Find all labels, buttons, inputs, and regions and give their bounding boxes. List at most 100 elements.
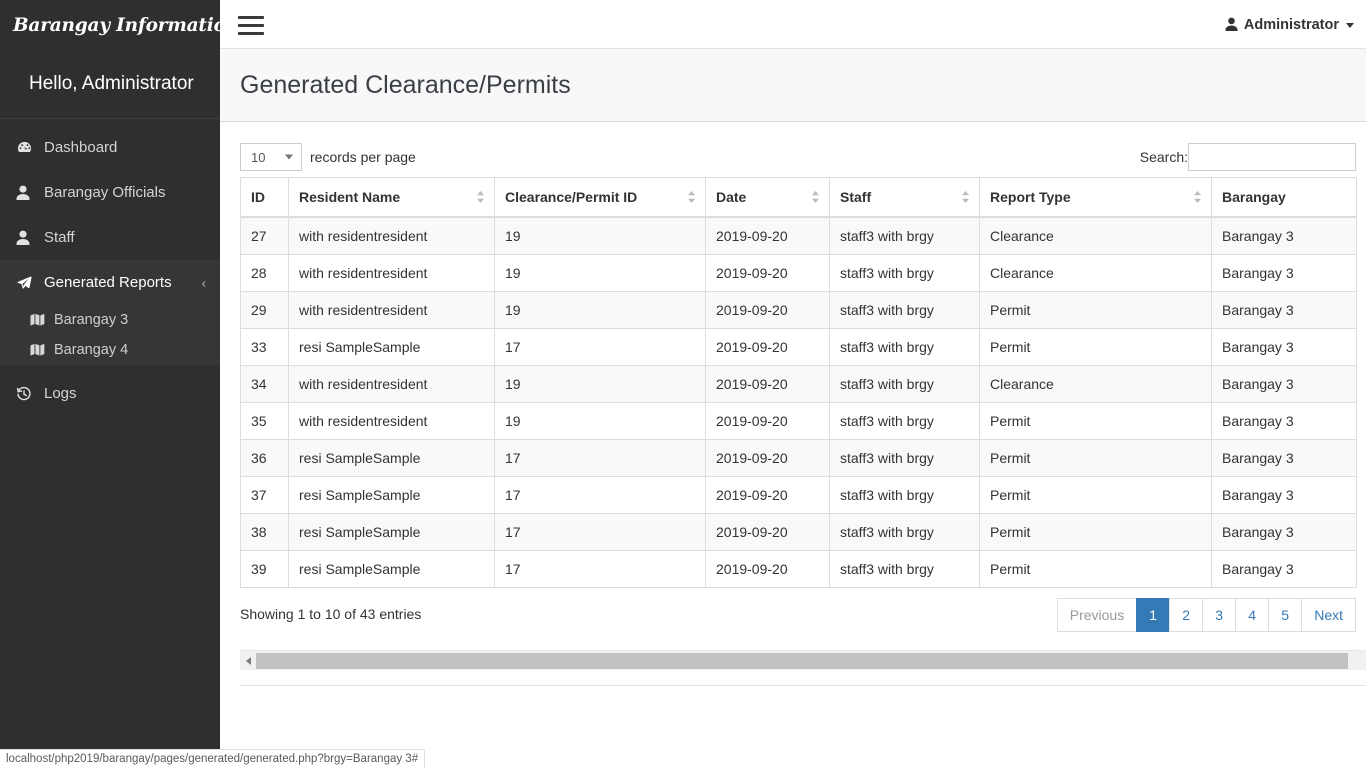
datatable-scroll-body: ID Resident Name Clearance/Permit ID — [240, 177, 1356, 588]
datatable-card: 10 records per page Search: — [230, 123, 1366, 642]
scrollbar-track[interactable] — [256, 652, 1360, 670]
search-input[interactable] — [1188, 143, 1356, 171]
cell-date: 2019-09-20 — [706, 366, 830, 403]
sidebar-item-logs[interactable]: Logs — [0, 371, 220, 416]
table-body: 27with residentresident192019-09-20staff… — [241, 217, 1357, 588]
column-header-resident-name[interactable]: Resident Name — [289, 178, 495, 218]
pagination-previous[interactable]: Previous — [1057, 598, 1137, 632]
page-header: Generated Clearance/Permits — [220, 49, 1366, 122]
sidebar-item-label: Generated Reports — [42, 274, 172, 291]
hamburger-bar — [238, 16, 264, 19]
cell-staff: staff3 with brgy — [830, 551, 980, 588]
column-header-report-type[interactable]: Report Type — [980, 178, 1212, 218]
cell-barangay: Barangay 3 — [1212, 477, 1357, 514]
sidebar-item-dashboard[interactable]: Dashboard — [0, 125, 220, 170]
cell-staff: staff3 with brgy — [830, 514, 980, 551]
cell-staff: staff3 with brgy — [830, 329, 980, 366]
pagination-page-1[interactable]: 1 — [1136, 598, 1170, 632]
page-length-select[interactable]: 10 — [240, 143, 302, 171]
cell-resident-name: with residentresident — [289, 366, 495, 403]
cell-report-type: Clearance — [980, 217, 1212, 255]
pagination-page-4[interactable]: 4 — [1235, 598, 1269, 632]
cell-id: 28 — [241, 255, 289, 292]
table-info: Showing 1 to 10 of 43 entries — [240, 606, 421, 622]
dashboard-icon — [16, 139, 42, 156]
sidebar-item-generated-reports[interactable]: Generated Reports ‹ — [0, 260, 220, 305]
sidebar-subitem-barangay-4[interactable]: Barangay 4 — [0, 335, 220, 365]
sidebar-item-staff[interactable]: Staff — [0, 215, 220, 260]
cell-resident-name: resi SampleSample — [289, 514, 495, 551]
cell-date: 2019-09-20 — [706, 255, 830, 292]
column-header-id[interactable]: ID — [241, 178, 289, 218]
cell-date: 2019-09-20 — [706, 477, 830, 514]
cell-staff: staff3 with brgy — [830, 366, 980, 403]
cell-clearance-permit-id: 19 — [495, 217, 706, 255]
cell-id: 38 — [241, 514, 289, 551]
map-icon — [30, 343, 54, 357]
paper-plane-icon — [16, 274, 42, 291]
status-bar-url: localhost/php2019/barangay/pages/generat… — [6, 753, 418, 765]
cell-id: 35 — [241, 403, 289, 440]
brand-logo[interactable]: Barangay Information System — [0, 0, 220, 50]
page-title: Generated Clearance/Permits — [240, 71, 571, 100]
cell-clearance-permit-id: 17 — [495, 329, 706, 366]
cell-report-type: Permit — [980, 292, 1212, 329]
hamburger-bar — [238, 24, 264, 27]
scrollbar-thumb[interactable] — [256, 653, 1348, 669]
cell-report-type: Permit — [980, 329, 1212, 366]
sort-icon — [1193, 189, 1202, 205]
cell-report-type: Permit — [980, 514, 1212, 551]
table-row: 35with residentresident192019-09-20staff… — [241, 403, 1357, 440]
column-header-label: Resident Name — [299, 189, 400, 205]
cell-id: 33 — [241, 329, 289, 366]
cell-resident-name: with residentresident — [289, 403, 495, 440]
table-row: 39resi SampleSample172019-09-20staff3 wi… — [241, 551, 1357, 588]
generated-reports-table: ID Resident Name Clearance/Permit ID — [240, 177, 1357, 588]
cell-id: 27 — [241, 217, 289, 255]
sidebar-nav: Dashboard Barangay Officials — [0, 119, 220, 416]
cell-id: 39 — [241, 551, 289, 588]
cell-barangay: Barangay 3 — [1212, 255, 1357, 292]
user-menu[interactable]: Administrator — [1225, 0, 1354, 49]
cell-barangay: Barangay 3 — [1212, 403, 1357, 440]
cell-date: 2019-09-20 — [706, 292, 830, 329]
sidebar: Barangay Information System Hello, Admin… — [0, 0, 220, 768]
pagination-page-5[interactable]: 5 — [1268, 598, 1302, 632]
column-header-clearance-permit-id[interactable]: Clearance/Permit ID — [495, 178, 706, 218]
column-header-staff[interactable]: Staff — [830, 178, 980, 218]
sidebar-group-generated-reports: Generated Reports ‹ Barangay 3 — [0, 260, 220, 365]
column-header-date[interactable]: Date — [706, 178, 830, 218]
table-header-row: ID Resident Name Clearance/Permit ID — [241, 178, 1357, 218]
cell-staff: staff3 with brgy — [830, 255, 980, 292]
main-content: 10 records per page Search: — [220, 123, 1366, 768]
column-header-barangay[interactable]: Barangay — [1212, 178, 1357, 218]
greeting-text: Hello, Administrator — [29, 73, 194, 95]
cell-staff: staff3 with brgy — [830, 477, 980, 514]
cell-id: 29 — [241, 292, 289, 329]
datatable-controls: 10 records per page Search: — [230, 123, 1366, 177]
content-divider — [240, 685, 1366, 686]
cell-date: 2019-09-20 — [706, 514, 830, 551]
user-menu-label: Administrator — [1244, 17, 1339, 33]
pagination-page-2[interactable]: 2 — [1169, 598, 1203, 632]
pagination-next[interactable]: Next — [1301, 598, 1356, 632]
search-label: Search: — [1140, 149, 1188, 165]
scroll-left-button[interactable] — [240, 652, 256, 670]
column-header-label: Report Type — [990, 189, 1071, 205]
cell-clearance-permit-id: 17 — [495, 514, 706, 551]
chevron-down-icon — [285, 155, 293, 160]
cell-barangay: Barangay 3 — [1212, 514, 1357, 551]
horizontal-scrollbar[interactable] — [240, 650, 1366, 670]
column-header-label: ID — [251, 189, 265, 205]
table-row: 29with residentresident192019-09-20staff… — [241, 292, 1357, 329]
table-row: 36resi SampleSample172019-09-20staff3 wi… — [241, 440, 1357, 477]
scroll-right-button[interactable] — [1360, 652, 1366, 670]
sidebar-subitem-barangay-3[interactable]: Barangay 3 — [0, 305, 220, 335]
pagination-page-3[interactable]: 3 — [1202, 598, 1236, 632]
sidebar-item-barangay-officials[interactable]: Barangay Officials — [0, 170, 220, 215]
hamburger-icon[interactable] — [234, 11, 268, 39]
app-window: Barangay Information System Hello, Admin… — [0, 0, 1366, 768]
cell-resident-name: with residentresident — [289, 292, 495, 329]
sidebar-item-label: Barangay Officials — [42, 184, 165, 201]
cell-date: 2019-09-20 — [706, 551, 830, 588]
